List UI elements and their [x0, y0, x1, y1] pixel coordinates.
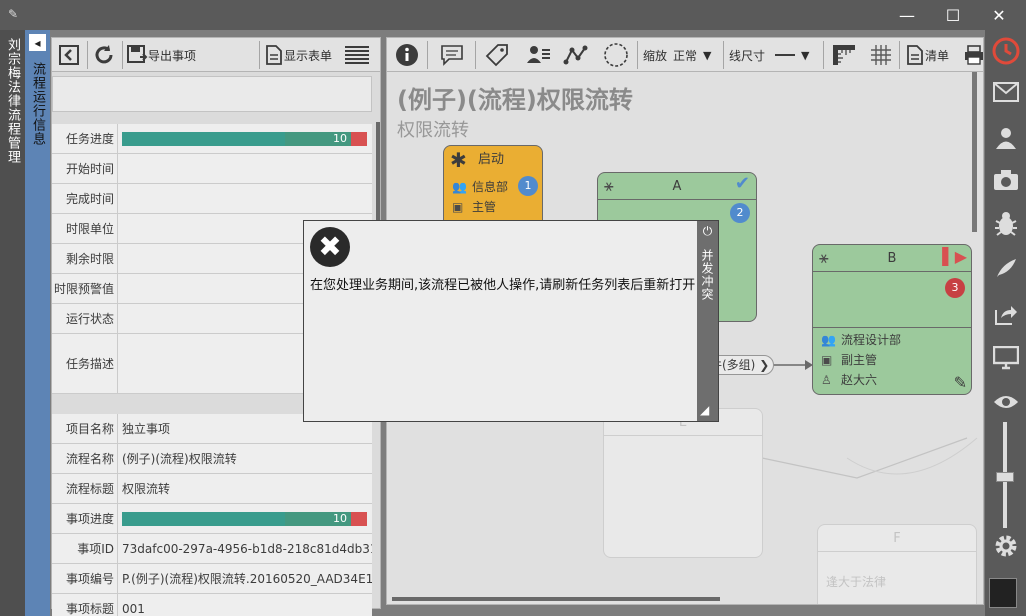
resize-grip-icon[interactable]: ◢ — [700, 403, 709, 417]
camera-icon[interactable] — [985, 164, 1026, 196]
panel-tab-title[interactable]: 流程运行信息 — [28, 62, 46, 146]
dialog-side-label: 并发冲突 — [700, 249, 714, 301]
user-icon[interactable] — [985, 122, 1026, 154]
minimize-button[interactable]: — — [884, 0, 930, 30]
clock-icon[interactable] — [985, 32, 1026, 70]
right-sidebar — [985, 30, 1026, 616]
panel-tab: ◂ 流程运行信息 — [25, 30, 50, 616]
back-icon[interactable]: ◂ — [29, 34, 46, 51]
app-sidebar: 刘宗梅法律流程管理 — [0, 30, 25, 616]
share-icon[interactable] — [985, 298, 1026, 330]
eye-icon[interactable] — [985, 386, 1026, 418]
title-bar: ✎ — ☐ ✕ — [0, 0, 1026, 30]
zoom-slider-handle[interactable] — [996, 472, 1014, 482]
bug-icon[interactable] — [985, 208, 1026, 240]
maximize-button[interactable]: ☐ — [930, 0, 976, 30]
error-icon: ✖ — [310, 227, 350, 267]
color-swatch[interactable] — [989, 578, 1017, 608]
dialog-side-bar: ⏻ 并发冲突 ◢ — [697, 221, 718, 421]
power-icon[interactable]: ⏻ — [699, 223, 716, 240]
error-message: 在您处理业务期间,该流程已被他人操作,请刷新任务列表后重新打开 — [310, 278, 696, 293]
mail-icon[interactable] — [985, 76, 1026, 108]
app-sidebar-title[interactable]: 刘宗梅法律流程管理 — [3, 38, 21, 164]
feather-icon[interactable] — [985, 252, 1026, 284]
gear-icon[interactable] — [985, 530, 1026, 562]
close-button[interactable]: ✕ — [976, 0, 1022, 30]
error-dialog: ✖ 在您处理业务期间,该流程已被他人操作,请刷新任务列表后重新打开 ⏻ 并发冲突… — [303, 220, 719, 422]
monitor-icon[interactable] — [985, 342, 1026, 374]
app-icon: ✎ — [8, 7, 19, 21]
